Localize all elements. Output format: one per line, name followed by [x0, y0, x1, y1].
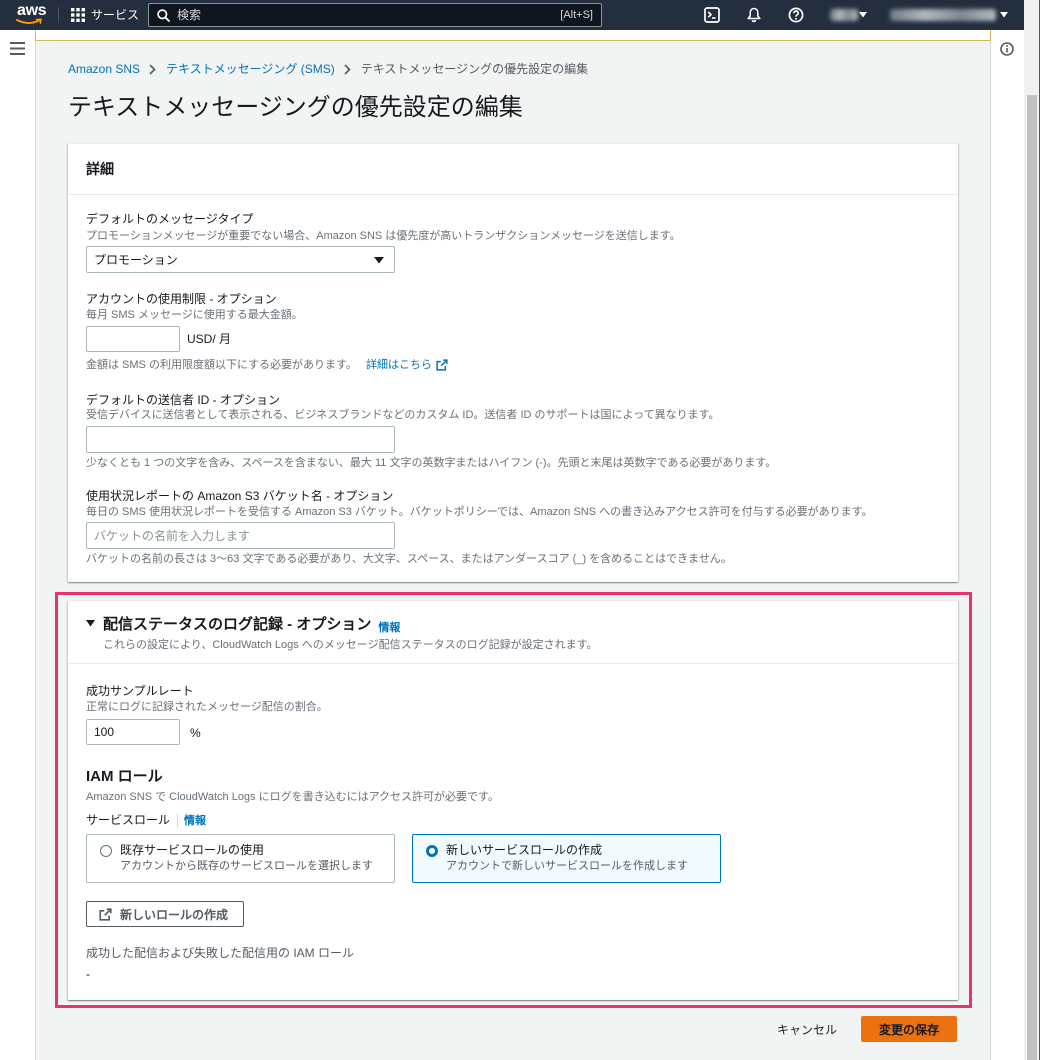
radio-button[interactable]: [100, 845, 112, 857]
create-new-role-button[interactable]: 新しいロールの作成: [86, 901, 244, 927]
search-icon: [157, 9, 170, 22]
service-role-info-link[interactable]: 情報: [184, 812, 206, 828]
panel-header-divider: [68, 663, 958, 664]
service-role-label-row: サービスロール 情報: [86, 812, 206, 828]
learn-more-link[interactable]: 詳細はこちら: [366, 358, 448, 372]
account-name-redacted[interactable]: [890, 9, 996, 21]
message-type-select[interactable]: プロモーション: [86, 246, 395, 273]
s3-bucket-input[interactable]: [86, 522, 395, 549]
radio-tile-create-new-role[interactable]: 新しいサービスロールの作成 アカウントで新しいサービスロールを作成します: [412, 834, 721, 883]
help-icon[interactable]: [788, 7, 804, 23]
radio-button[interactable]: [426, 845, 438, 857]
panel-header-divider: [68, 194, 958, 195]
grid-icon: [71, 8, 85, 22]
search-box[interactable]: [Alt+S]: [148, 3, 602, 27]
notification-strip: [35, 30, 991, 41]
iam-roles-value: -: [86, 967, 90, 981]
spend-limit-hint: 金額は SMS の利用限度額以下にする必要があります。: [86, 359, 357, 371]
create-new-role-label: 新しいロールの作成: [120, 908, 229, 922]
sender-id-input[interactable]: [86, 426, 395, 453]
aws-logo[interactable]: aws: [16, 2, 47, 28]
radio-tile-title: 既存サービスロールの使用: [120, 843, 265, 857]
label-separator: [177, 813, 179, 827]
search-input[interactable]: [177, 6, 537, 24]
scrollbar-thumb[interactable]: [1027, 95, 1037, 1060]
caret-down-icon: [374, 257, 384, 264]
sender-id-label: デフォルトの送信者 ID - オプション: [86, 393, 280, 407]
spend-limit-unit: USD/ 月: [187, 332, 232, 346]
breadcrumb-item-amazon-sns[interactable]: Amazon SNS: [68, 61, 140, 77]
save-changes-button[interactable]: 変更の保存: [861, 1016, 957, 1042]
cancel-button[interactable]: キャンセル: [767, 1016, 847, 1042]
breadcrumb-item-text-messaging[interactable]: テキストメッセージング (SMS): [166, 61, 335, 77]
delivery-status-logging-panel: 配信ステータスのログ記録 - オプション 情報 これらの設定により、CloudW…: [68, 600, 958, 1000]
learn-more-link-label: 詳細はこちら: [365, 359, 432, 371]
breadcrumb-item-current: テキストメッセージングの優先設定の編集: [360, 62, 589, 76]
details-panel: 詳細 デフォルトのメッセージタイプ プロモーションメッセージが重要でない場合、A…: [68, 143, 958, 582]
spend-limit-description: 毎月 SMS メッセージに使用する最大金額。: [86, 309, 303, 321]
logging-panel-title: 配信ステータスのログ記録 - オプション: [103, 616, 372, 633]
radio-tile-use-existing-role[interactable]: 既存サービスロールの使用 アカウントから既存のサービスロールを選択します: [86, 834, 395, 883]
services-menu-button[interactable]: サービス: [71, 6, 139, 24]
info-icon[interactable]: [1000, 42, 1014, 56]
page-title: テキストメッセージングの優先設定の編集: [68, 94, 523, 121]
chevron-right-icon: [149, 63, 156, 75]
sender-id-description: 受信デバイスに送信者として表示される、ビジネスブランドなどのカスタム ID。送信…: [86, 409, 720, 421]
iam-role-heading: IAM ロール: [86, 768, 163, 785]
caret-down-icon: [1000, 12, 1008, 18]
top-navigation-bar: aws サービス [Alt+S]: [0, 0, 1024, 30]
sample-rate-unit: %: [190, 726, 201, 740]
navigation-drawer: [0, 30, 35, 1060]
external-link-icon: [436, 359, 448, 371]
search-shortcut-hint: [Alt+S]: [560, 9, 593, 21]
sample-rate-label: 成功サンプルレート: [86, 684, 194, 698]
message-type-label: デフォルトのメッセージタイプ: [86, 212, 254, 226]
nav-divider: [58, 7, 59, 23]
page-scrollbar[interactable]: [1024, 0, 1040, 1060]
radio-tile-title: 新しいサービスロールの作成: [446, 843, 603, 857]
radio-tile-description: アカウントで新しいサービスロールを作成します: [446, 860, 688, 872]
user-name-redacted[interactable]: [830, 9, 858, 21]
iam-role-description: Amazon SNS で CloudWatch Logs にログを書き込むにはア…: [86, 791, 499, 803]
service-role-label: サービスロール: [86, 813, 171, 827]
hamburger-icon[interactable]: [10, 42, 25, 55]
services-label: サービス: [91, 8, 140, 22]
iam-roles-label: 成功した配信および失敗した配信用の IAM ロール: [86, 946, 355, 960]
tools-panel-gutter: [991, 30, 1024, 1060]
breadcrumb: Amazon SNS テキストメッセージング (SMS) テキストメッセージング…: [68, 61, 588, 77]
sample-rate-description: 正常にログに記録されたメッセージ配信の割合。: [86, 701, 328, 713]
sample-rate-input[interactable]: [86, 719, 180, 745]
caret-down-icon: [859, 12, 867, 18]
radio-tile-description: アカウントから既存のサービスロールを選択します: [120, 860, 373, 872]
chevron-right-icon: [344, 63, 351, 75]
s3-bucket-hint: バケットの名前の長さは 3～63 文字である必要があり、大文字、スペース、または…: [86, 553, 732, 565]
details-panel-title: 詳細: [86, 161, 114, 177]
message-type-description: プロモーションメッセージが重要でない場合、Amazon SNS は優先度が高いト…: [86, 230, 681, 242]
aws-logo-text: aws: [17, 2, 47, 19]
sender-id-hint: 少なくとも 1 つの文字を含み、スペースを含まない、最大 11 文字の英数字また…: [86, 457, 777, 469]
message-type-selected-value: プロモーション: [94, 253, 178, 267]
s3-bucket-label: 使用状況レポートの Amazon S3 バケット名 - オプション: [86, 489, 394, 503]
terminal-icon[interactable]: [704, 7, 720, 23]
spend-limit-input[interactable]: [86, 326, 180, 352]
spend-limit-label: アカウントの使用制限 - オプション: [86, 292, 277, 306]
logging-description: これらの設定により、CloudWatch Logs へのメッセージ配信ステータス…: [103, 639, 598, 651]
logging-info-link[interactable]: 情報: [378, 619, 400, 635]
bell-icon[interactable]: [746, 7, 762, 23]
spend-limit-hint-row: 金額は SMS の利用限度額以下にする必要があります。 詳細はこちら: [86, 358, 448, 372]
external-link-icon: [99, 908, 112, 921]
caret-down-icon[interactable]: [86, 620, 95, 627]
s3-bucket-description: 毎日の SMS 使用状況レポートを受信する Amazon S3 バケット。バケッ…: [86, 506, 873, 518]
aws-smile-icon: [16, 18, 42, 24]
logging-header[interactable]: 配信ステータスのログ記録 - オプション 情報: [103, 615, 400, 635]
